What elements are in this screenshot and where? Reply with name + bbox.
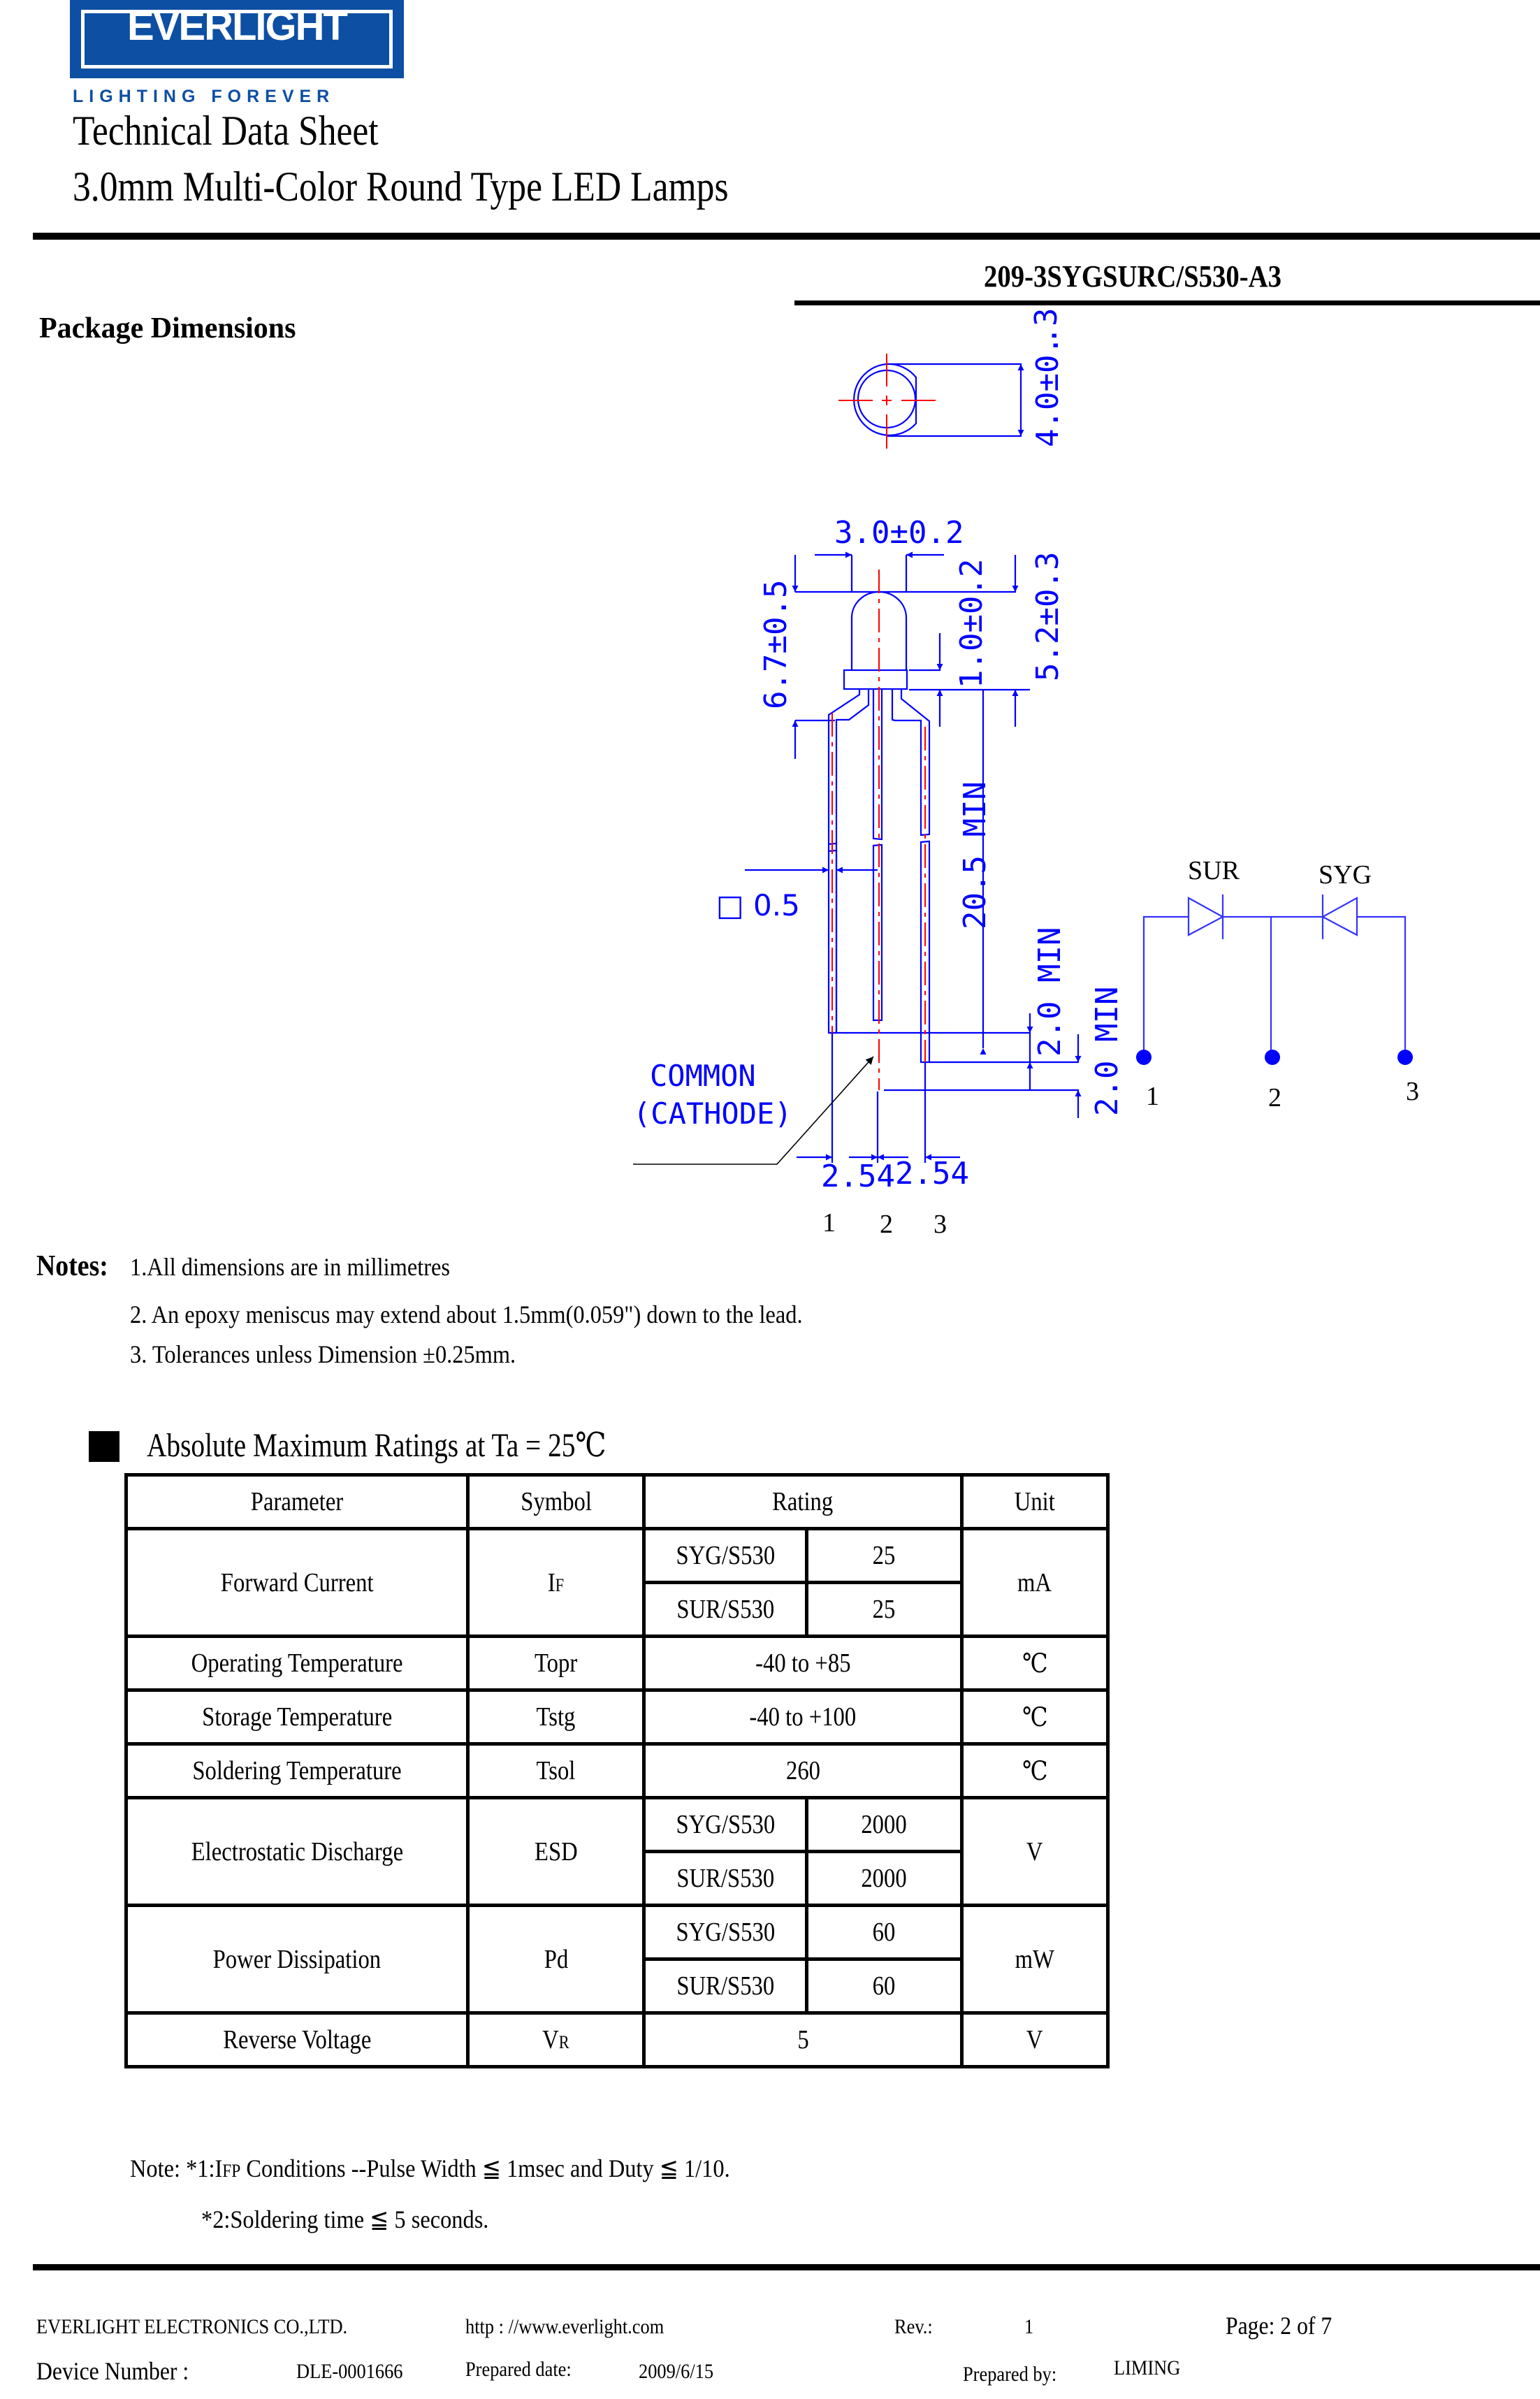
pin-label-3: 3 <box>934 1210 947 1239</box>
footer-rev-label: Rev.: <box>894 2315 933 2338</box>
cell-value: 60 <box>804 1904 964 1961</box>
ratings-section-title: Absolute Maximum Ratings at Ta = 25℃ <box>147 1427 606 1464</box>
table-row: Reverse Voltage VR 5 V <box>124 2011 1110 2068</box>
table-note-2: *2:Soldering time ≦ 5 seconds. <box>201 2205 489 2233</box>
dim-body-height: 5.2±0.3 <box>1030 552 1066 681</box>
table-row: Forward Current IF SYG/S530 25 mA <box>124 1527 1110 1638</box>
cell-device: SUR/S530 <box>642 1581 808 1638</box>
cell-value: 25 <box>804 1581 964 1638</box>
header-parameter: Parameter <box>124 1473 470 1530</box>
cell-value: 60 <box>804 1957 964 2015</box>
table-note-1: Note: *1:IFP Conditions --Pulse Width ≦ … <box>130 2154 730 2182</box>
cell-value: 5 <box>642 2011 964 2068</box>
cell-symbol: Pd <box>466 1904 646 2015</box>
diode-label-sur: SUR <box>1188 856 1240 885</box>
cell-unit: ℃ <box>959 1635 1110 1692</box>
pin-2-terminal <box>1265 1050 1280 1065</box>
cell-parameter: Storage Temperature <box>124 1688 470 1746</box>
cell-device: SUR/S530 <box>642 1850 808 1907</box>
cell-parameter: Operating Temperature <box>124 1635 470 1692</box>
cell-unit: mA <box>959 1527 1110 1638</box>
absolute-max-ratings-table: Parameter Symbol Rating Unit Forward Cur… <box>124 1473 1110 2068</box>
cell-symbol: VR <box>466 2011 646 2068</box>
diode-label-syg: SYG <box>1319 860 1372 890</box>
cell-value: -40 to +100 <box>642 1688 964 1746</box>
cell-device: SYG/S530 <box>642 1904 808 1961</box>
cell-unit: V <box>959 1796 1110 1907</box>
dim-lead-length: 20.5 MIN <box>957 781 993 929</box>
dim-flange-diameter-label: 4.0±0.3 <box>1030 342 1066 447</box>
cell-device: SUR/S530 <box>642 1957 808 2015</box>
cell-symbol: Topr <box>466 1635 646 1692</box>
cell-unit: mW <box>959 1904 1110 2015</box>
footer-prepared-by-label: Prepared by: <box>963 2363 1057 2386</box>
table-header-row: Parameter Symbol Rating Unit <box>124 1473 1110 1530</box>
table-row: Operating Temperature Topr -40 to +85 ℃ <box>124 1635 1110 1692</box>
footer-prepared-date: 2009/6/15 <box>639 2360 714 2383</box>
dim-pitch-right: 2.54 <box>895 1156 969 1191</box>
table-row: Soldering Temperature Tsol 260 ℃ <box>124 1742 1110 1799</box>
footer-page-number: Page: 2 of 7 <box>1226 2312 1332 2340</box>
dim-pitch-left: 2.54 <box>821 1159 895 1194</box>
cell-parameter: Power Dissipation <box>124 1904 470 2015</box>
note-item: 1.All dimensions are in millimetres <box>130 1253 451 1281</box>
common-label: COMMON <box>650 1059 756 1093</box>
dim-flange-height: 1.0±0.2 <box>954 559 989 688</box>
table-row: Power Dissipation Pd SYG/S530 60 mW <box>124 1904 1110 2015</box>
cell-parameter: Electrostatic Discharge <box>124 1796 470 1907</box>
pin-label-2: 2 <box>880 1210 893 1239</box>
section-bullet-icon <box>89 1431 119 1462</box>
header-unit: Unit <box>959 1473 1110 1530</box>
header-rating: Rating <box>642 1473 964 1530</box>
footer-prepared-date-label: Prepared date: <box>465 2358 572 2381</box>
footer-rev-value: 1 <box>1024 2315 1034 2338</box>
cell-parameter: Reverse Voltage <box>124 2011 470 2068</box>
cell-parameter: Forward Current <box>124 1527 470 1638</box>
circuit-pin-3: 3 <box>1406 1077 1419 1106</box>
header-symbol: Symbol <box>466 1473 646 1530</box>
dim-lead-offset-1: 2.0 MIN <box>1032 927 1068 1057</box>
cell-device: SYG/S530 <box>642 1527 808 1584</box>
cathode-label: (CATHODE) <box>633 1096 792 1131</box>
cell-unit: ℃ <box>959 1688 1110 1746</box>
cell-device: SYG/S530 <box>642 1796 808 1853</box>
note-item: 2. An epoxy meniscus may extend about 1.… <box>130 1300 803 1328</box>
circuit-diagram: SUR SYG 1 2 3 <box>1136 856 1419 1112</box>
note-item: 3. Tolerances unless Dimension ±0.25mm. <box>130 1340 516 1368</box>
notes-label: Notes: <box>36 1250 108 1282</box>
cell-value: 2000 <box>804 1850 964 1907</box>
dim-lead-square: □ 0.5 <box>716 888 800 922</box>
footer-url[interactable]: http : //www.everlight.com <box>465 2315 664 2339</box>
cell-unit: V <box>959 2011 1110 2068</box>
footer-prepared-by: LIMING <box>1114 2356 1181 2379</box>
table-row: Electrostatic Discharge ESD SYG/S530 200… <box>124 1796 1110 1907</box>
cell-symbol: Tsol <box>466 1742 646 1799</box>
dim-total-height: 6.7±0.5 <box>758 580 794 709</box>
cell-symbol: Tstg <box>466 1688 646 1746</box>
pin-3-terminal <box>1397 1050 1413 1065</box>
footer-device-label: Device Number : <box>36 2357 189 2385</box>
table-row: Storage Temperature Tstg -40 to +100 ℃ <box>124 1688 1110 1746</box>
circuit-pin-2: 2 <box>1268 1083 1281 1112</box>
cell-value: 25 <box>804 1527 964 1584</box>
cell-value: 260 <box>642 1742 964 1799</box>
footer-divider <box>33 2264 1540 2270</box>
dim-body-diameter: 3.0±0.2 <box>834 515 964 551</box>
cell-symbol: ESD <box>466 1796 646 1907</box>
cell-unit: ℃ <box>959 1742 1110 1799</box>
top-view-drawing: 4.0±0.3 <box>804 342 1083 461</box>
pin-label-1: 1 <box>822 1208 836 1238</box>
cell-value: -40 to +85 <box>642 1635 964 1692</box>
cell-symbol: IF <box>466 1527 646 1638</box>
circuit-pin-1: 1 <box>1146 1082 1159 1111</box>
footer-device-number: DLE-0001666 <box>296 2360 403 2383</box>
cell-parameter: Soldering Temperature <box>124 1742 470 1799</box>
cell-value: 2000 <box>804 1796 964 1853</box>
pin-1-terminal <box>1136 1050 1152 1065</box>
footer-company: EVERLIGHT ELECTRONICS CO.,LTD. <box>36 2315 348 2338</box>
